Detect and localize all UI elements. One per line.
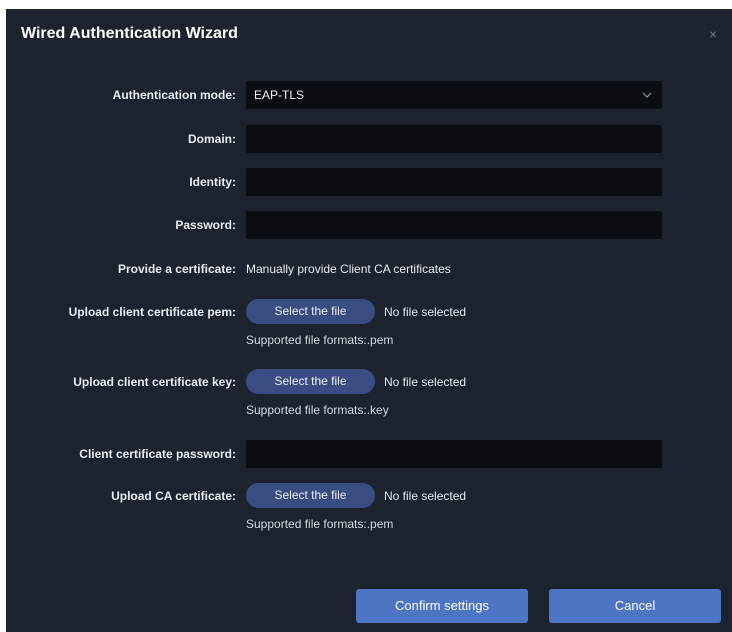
close-icon[interactable]: × — [706, 27, 720, 41]
domain-input[interactable] — [246, 125, 662, 153]
auth-mode-select[interactable]: EAP-TLS — [246, 81, 662, 109]
identity-field-wrap — [246, 168, 662, 196]
select-client-pem-button[interactable]: Select the file — [246, 299, 375, 324]
identity-row: Identity: — [6, 168, 732, 196]
client-cert-password-row: Client certificate password: — [6, 440, 732, 468]
domain-label: Domain: — [188, 132, 236, 146]
ca-cert-hint: Supported file formats:.pem — [246, 517, 394, 531]
client-key-row: Upload client certificate key: Select th… — [6, 368, 732, 396]
identity-label: Identity: — [189, 175, 236, 189]
certificate-label: Provide a certificate: — [117, 262, 236, 276]
ca-cert-row: Upload CA certificate: Select the file N… — [6, 482, 732, 510]
auth-mode-value: EAP-TLS — [254, 88, 305, 102]
confirm-settings-button[interactable]: Confirm settings — [356, 589, 528, 623]
cancel-button[interactable]: Cancel — [549, 589, 721, 623]
client-key-label: Upload client certificate key: — [73, 375, 236, 389]
select-ca-cert-button[interactable]: Select the file — [246, 483, 375, 508]
ca-cert-status: No file selected — [384, 489, 467, 503]
auth-mode-label: Authentication mode: — [112, 88, 236, 102]
password-field-wrap — [246, 211, 662, 239]
client-pem-label: Upload client certificate pem: — [68, 305, 236, 319]
identity-input[interactable] — [246, 168, 662, 196]
select-client-key-button[interactable]: Select the file — [246, 369, 375, 394]
domain-field-wrap — [246, 125, 662, 153]
dialog-title: Wired Authentication Wizard — [21, 25, 238, 42]
client-pem-row: Upload client certificate pem: Select th… — [6, 298, 732, 326]
domain-row: Domain: — [6, 125, 732, 153]
client-pem-hint: Supported file formats:.pem — [246, 333, 394, 347]
password-label: Password: — [175, 218, 236, 232]
wired-auth-dialog: Wired Authentication Wizard × Authentica… — [6, 9, 732, 632]
password-input[interactable] — [246, 211, 662, 239]
client-cert-password-wrap — [246, 440, 662, 468]
certificate-row: Provide a certificate: Manually provide … — [6, 255, 732, 283]
client-pem-status: No file selected — [384, 305, 467, 319]
password-row: Password: — [6, 211, 732, 239]
auth-mode-row: Authentication mode: EAP-TLS — [6, 81, 732, 109]
client-key-hint: Supported file formats:.key — [246, 403, 389, 417]
client-key-status: No file selected — [384, 375, 467, 389]
ca-cert-label: Upload CA certificate: — [111, 489, 236, 503]
client-cert-password-label: Client certificate password: — [79, 447, 236, 461]
client-cert-password-input[interactable] — [246, 440, 662, 468]
certificate-value: Manually provide Client CA certificates — [246, 262, 451, 276]
chevron-down-icon — [642, 92, 652, 98]
